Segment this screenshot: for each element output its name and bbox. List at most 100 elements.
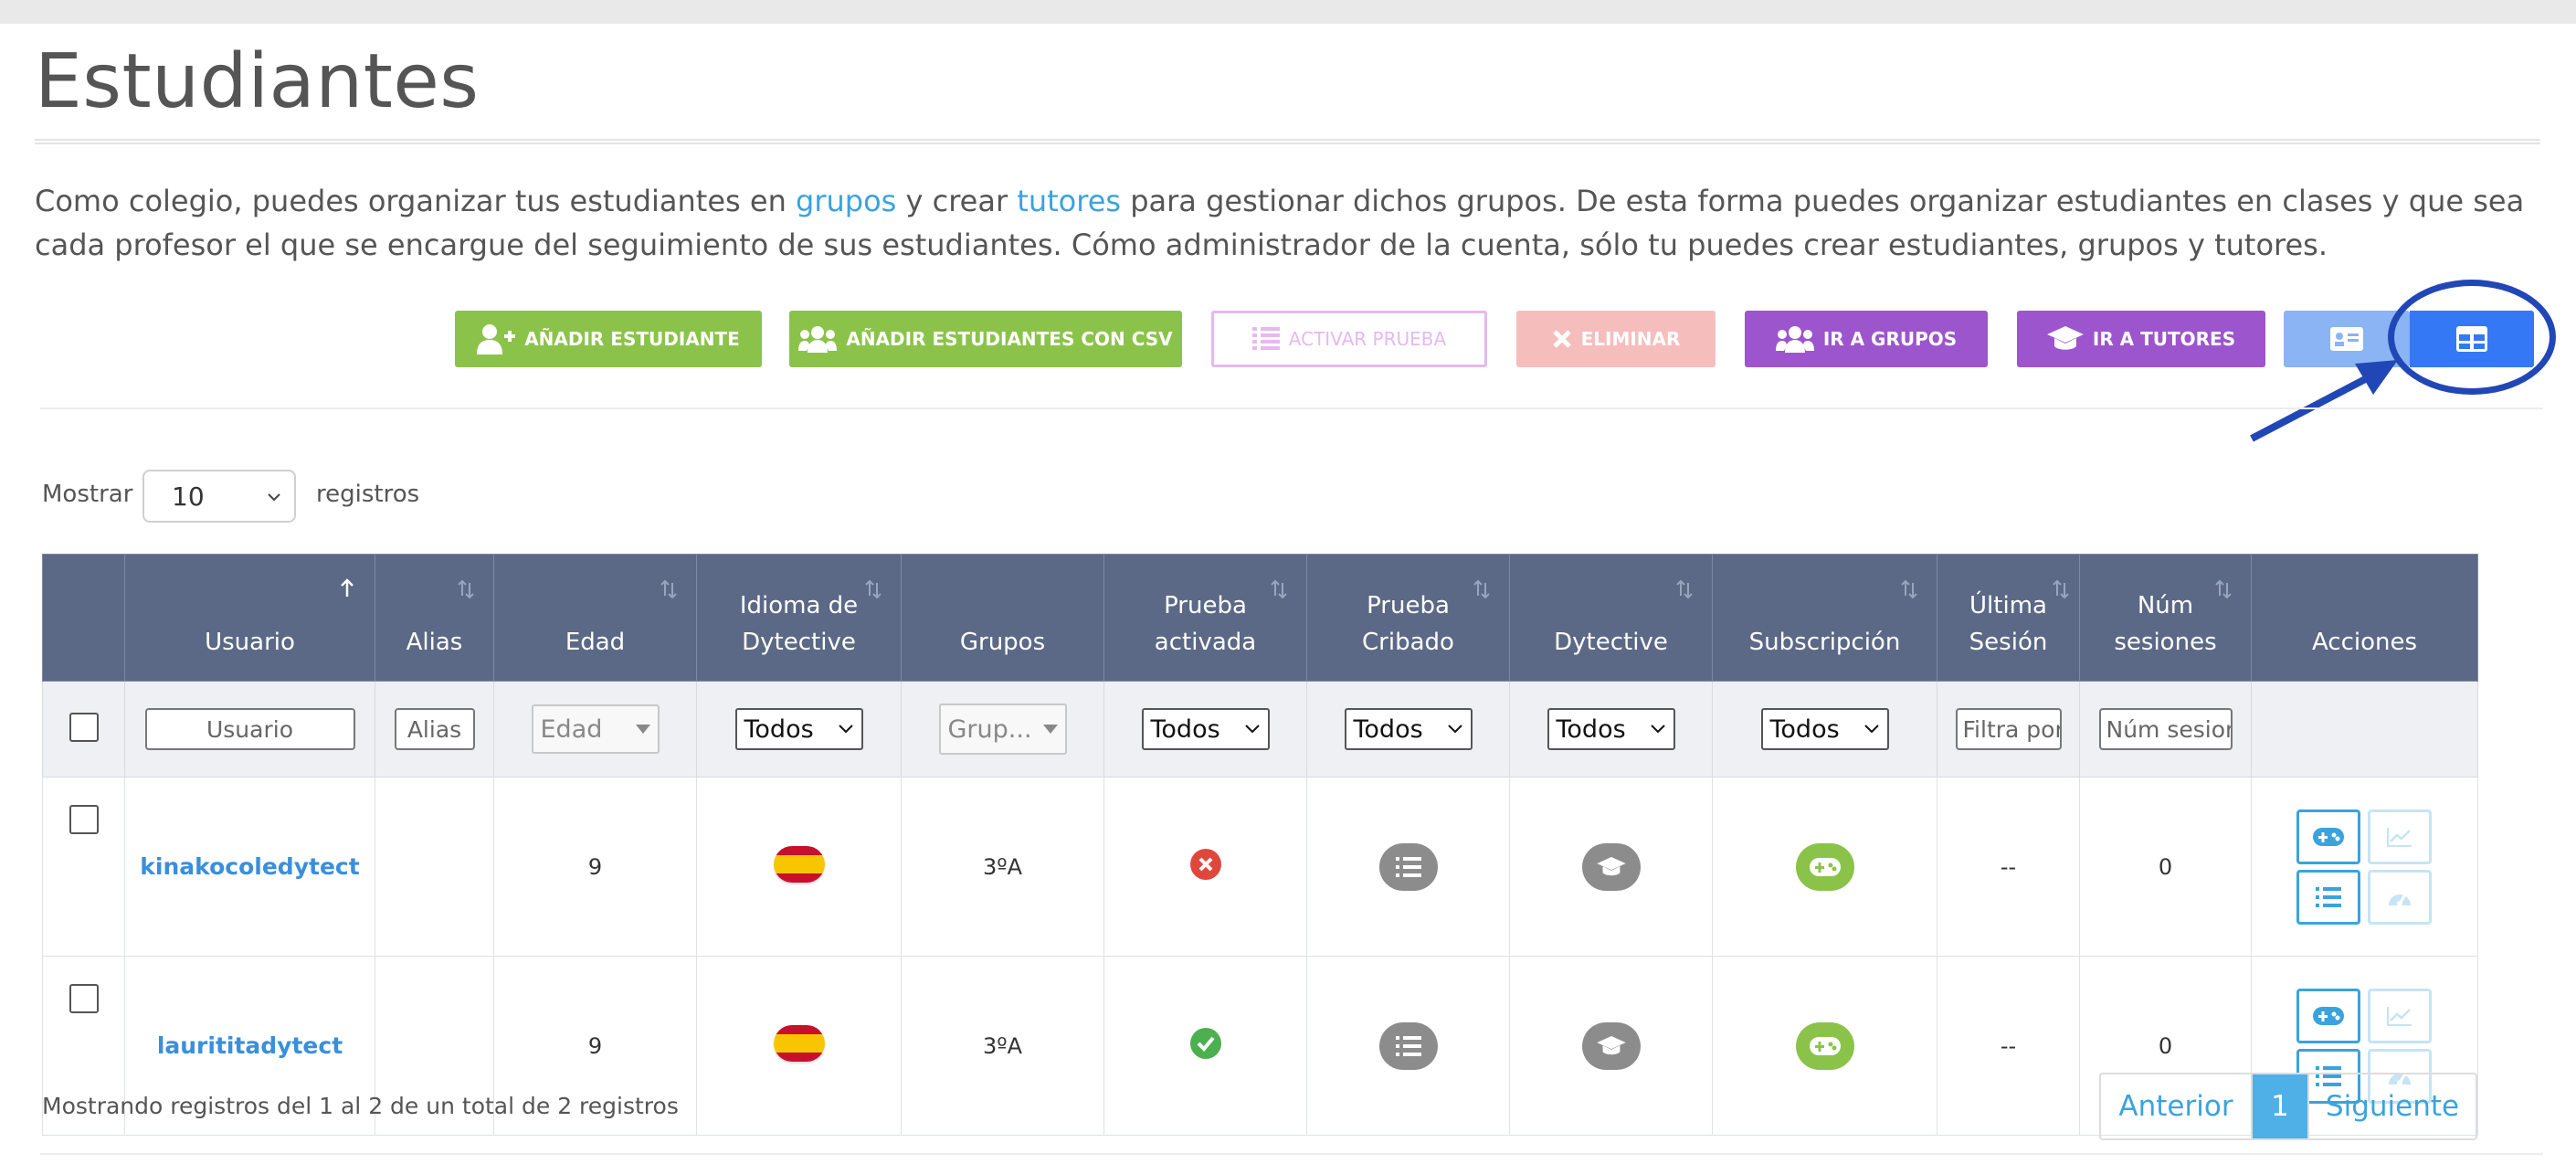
- filter-alias-placeholder: Alias: [406, 715, 462, 743]
- gamepad-icon[interactable]: [1795, 1021, 1854, 1070]
- filter-prueba-activada-cell: Todos: [1103, 681, 1307, 778]
- user-plus-icon: [477, 324, 516, 354]
- filter-grupos-cell: Grup...: [901, 681, 1104, 778]
- highlight-circle: [2388, 280, 2556, 395]
- add-students-csv-label: AÑADIR ESTUDIANTES CON CSV: [846, 328, 1173, 350]
- num-sesiones-cell: 0: [2079, 777, 2252, 957]
- filter-dytective-select[interactable]: Todos: [1547, 708, 1675, 750]
- header-prueba-activada-line1: Prueba: [1164, 592, 1247, 619]
- filter-num-sesiones-cell: Núm sesion: [2079, 681, 2252, 778]
- sort-icon: [2050, 575, 2072, 611]
- go-groups-button[interactable]: IR A GRUPOS: [1745, 311, 1988, 367]
- user-link[interactable]: laurititadytect: [157, 1032, 343, 1059]
- add-students-csv-button[interactable]: AÑADIR ESTUDIANTES CON CSV: [789, 311, 1182, 367]
- filter-dytective-cell: Todos: [1509, 681, 1713, 778]
- line-chart-icon: [2386, 1006, 2412, 1026]
- header-acciones: Acciones: [2251, 554, 2478, 682]
- add-student-button[interactable]: AÑADIR ESTUDIANTE: [455, 311, 762, 367]
- table-info: Mostrando registros del 1 al 2 de un tot…: [42, 1093, 679, 1119]
- header-usuario[interactable]: Usuario: [124, 554, 375, 682]
- header-prueba-cribado-line2: Cribado: [1362, 629, 1454, 656]
- header-prueba-activada[interactable]: Prueba activada: [1103, 554, 1307, 682]
- graduation-cap-icon[interactable]: [1581, 1021, 1641, 1070]
- activate-test-label: ACTIVAR PRUEBA: [1288, 328, 1447, 350]
- caret-down-icon: [1042, 725, 1058, 734]
- filter-subscripcion-select[interactable]: Todos: [1760, 708, 1889, 750]
- filter-ultima-sesion-input[interactable]: Filtra por: [1955, 708, 2062, 750]
- test-list-button[interactable]: [2296, 869, 2360, 925]
- page-length-value: 10: [172, 481, 205, 512]
- filter-prueba-cribado-select[interactable]: Todos: [1344, 708, 1473, 750]
- header-idioma[interactable]: Idioma de Dytective: [696, 554, 902, 682]
- tutors-link[interactable]: tutores: [1017, 184, 1121, 218]
- header-alias[interactable]: Alias: [375, 554, 494, 682]
- filter-idioma-value: Todos: [744, 714, 814, 744]
- ultima-sesion-cell: --: [1937, 777, 2080, 957]
- idioma-cell: [696, 777, 902, 957]
- row-select-cell: [42, 777, 125, 957]
- sort-icon: [455, 575, 477, 611]
- row-checkbox[interactable]: [69, 805, 99, 834]
- bottom-divider: [40, 1153, 2543, 1155]
- grupos-cell: 3ºA: [901, 777, 1104, 957]
- filter-usuario-input[interactable]: Usuario: [144, 708, 355, 750]
- gamepad-icon: [2312, 827, 2344, 846]
- go-tutors-button[interactable]: IR A TUTORES: [2017, 311, 2265, 367]
- sort-asc-icon: [336, 575, 358, 611]
- filter-prueba-activada-select[interactable]: Todos: [1141, 708, 1270, 750]
- stats-button[interactable]: [2367, 988, 2432, 1043]
- play-game-button[interactable]: [2296, 809, 2360, 864]
- filter-idioma-cell: Todos: [696, 681, 902, 778]
- chevron-down-icon: [1447, 725, 1462, 734]
- stats-button[interactable]: [2367, 809, 2432, 864]
- play-game-button[interactable]: [2296, 988, 2360, 1043]
- spain-flag-icon: [773, 1024, 825, 1062]
- filter-alias-cell: Alias: [375, 681, 494, 778]
- pagination-page-1[interactable]: 1: [2253, 1074, 2307, 1138]
- pagination-next[interactable]: Siguiente: [2307, 1074, 2476, 1138]
- gamepad-icon[interactable]: [1795, 842, 1854, 891]
- filter-dytective-value: Todos: [1556, 714, 1626, 744]
- header-ultima-sesion[interactable]: Última Sesión: [1937, 554, 2080, 682]
- users-icon: [798, 326, 838, 353]
- filter-grupos-select[interactable]: Grup...: [938, 704, 1067, 755]
- filter-idioma-select[interactable]: Todos: [734, 708, 863, 750]
- header-num-sesiones[interactable]: Núm sesiones: [2079, 554, 2252, 682]
- delete-button[interactable]: ELIMINAR: [1516, 311, 1716, 367]
- intro-paragraph: Como colegio, puedes organizar tus estud…: [35, 179, 2538, 267]
- sort-icon: [1673, 575, 1695, 611]
- filter-ultima-sesion-cell: Filtra por: [1937, 681, 2080, 778]
- edad-cell: 9: [493, 777, 697, 957]
- activate-test-button[interactable]: ACTIVAR PRUEBA: [1211, 311, 1487, 367]
- list-icon[interactable]: [1378, 1021, 1438, 1070]
- go-tutors-label: IR A TUTORES: [2092, 328, 2236, 350]
- subscripcion-cell: [1712, 956, 1937, 1136]
- filter-acciones-cell: [2251, 681, 2478, 778]
- filter-prueba-cribado-value: Todos: [1353, 714, 1423, 744]
- page-length-select[interactable]: 10: [143, 470, 296, 523]
- header-subscripcion[interactable]: Subscripción: [1712, 554, 1937, 682]
- row-checkbox[interactable]: [69, 984, 99, 1013]
- filter-num-sesiones-placeholder: Núm sesion: [2106, 715, 2233, 743]
- header-ultima-line2: Sesión: [1969, 629, 2048, 656]
- select-all-checkbox[interactable]: [69, 713, 99, 742]
- x-circle-icon: [1189, 848, 1221, 880]
- filter-alias-input[interactable]: Alias: [394, 708, 475, 750]
- header-edad[interactable]: Edad: [493, 554, 697, 682]
- sort-icon: [862, 575, 884, 611]
- user-link[interactable]: kinakocoledytect: [140, 853, 359, 880]
- header-dytective[interactable]: Dytective: [1509, 554, 1713, 682]
- filter-num-sesiones-input[interactable]: Núm sesion: [2098, 708, 2233, 750]
- filter-edad-select[interactable]: Edad: [531, 704, 660, 754]
- groups-link[interactable]: grupos: [796, 184, 896, 218]
- dashboard-button[interactable]: [2367, 869, 2432, 925]
- list-icon[interactable]: [1378, 842, 1438, 891]
- usuario-cell: kinakocoledytect: [124, 777, 375, 957]
- alias-cell: [375, 777, 494, 957]
- pagination-previous[interactable]: Anterior: [2101, 1074, 2253, 1138]
- close-icon: [1552, 330, 1571, 348]
- header-prueba-cribado[interactable]: Prueba Cribado: [1306, 554, 1510, 682]
- check-circle-icon: [1189, 1027, 1221, 1059]
- sort-icon: [1471, 575, 1493, 611]
- graduation-cap-icon[interactable]: [1581, 842, 1641, 891]
